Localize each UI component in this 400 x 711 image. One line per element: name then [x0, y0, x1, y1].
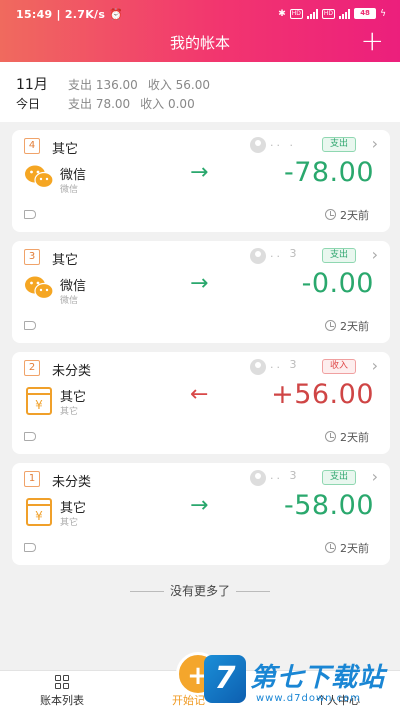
today-expense: 支出 78.00 — [68, 97, 131, 111]
tag-icon[interactable] — [24, 543, 36, 552]
status-bar: 15:49 | 2.7K/s ⏰ ✱ HD HD 48 ϟ — [0, 0, 400, 28]
alarm-icon: ⏰ — [109, 8, 124, 21]
record-user: .. 3 — [270, 469, 300, 482]
chevron-right-icon[interactable]: › — [372, 134, 378, 153]
battery-icon: 48 — [354, 8, 377, 19]
record-account-sub: 微信 — [60, 185, 79, 195]
status-speed: 2.7K/s — [64, 8, 106, 21]
status-right: ✱ HD HD 48 ϟ — [278, 8, 386, 19]
watermark: 7 第七下载站 www.d7down.com — [204, 655, 400, 711]
record-account: 其它 — [60, 501, 87, 516]
record-amount: -58.00 — [283, 490, 374, 521]
hd-badge-1: HD — [289, 8, 303, 19]
direction-arrow-icon: → — [190, 493, 209, 518]
watermark-url: www.d7down.com — [256, 693, 362, 704]
record-card[interactable]: 4 其它.. . 支出 › 微信 微信 → -78.00 2天前 — [12, 130, 390, 232]
month-label: 11月 — [16, 77, 48, 93]
watermark-logo: 7 — [204, 655, 246, 703]
app-header: 15:49 | 2.7K/s ⏰ ✱ HD HD 48 ϟ 我的帐本 + — [0, 0, 400, 62]
user-avatar-icon — [250, 137, 266, 153]
record-type-badge: 支出 — [322, 137, 356, 152]
record-time: 2天前 — [340, 209, 369, 222]
wallet-icon: ¥ — [24, 497, 54, 526]
record-type-badge: 支出 — [322, 248, 356, 263]
clock-icon — [325, 542, 336, 553]
tag-icon[interactable] — [24, 210, 36, 219]
direction-arrow-icon: ← — [190, 382, 209, 407]
hd-badge-2: HD — [321, 8, 336, 19]
record-user: .. . — [270, 136, 296, 149]
today-label: 今日 — [16, 97, 41, 111]
record-account-sub: 微信 — [60, 296, 79, 306]
record-time: 2天前 — [340, 542, 369, 555]
signal-icon — [306, 8, 318, 19]
status-time: 15:49 — [16, 8, 53, 21]
record-amount: -0.00 — [301, 268, 374, 299]
record-account-sub: 其它 — [60, 518, 79, 528]
record-time: 2天前 — [340, 320, 369, 333]
record-user: .. 3 — [270, 247, 300, 260]
wechat-icon — [24, 275, 54, 301]
signal-icon-2 — [339, 8, 351, 19]
summary-today-row: 今日 支出 78.00 收入 0.00 — [16, 95, 205, 112]
record-account: 微信 — [60, 279, 87, 294]
record-category: 未分类 — [52, 364, 92, 379]
record-account: 其它 — [60, 390, 87, 405]
svg-text:¥: ¥ — [35, 398, 43, 412]
record-category: 其它 — [52, 253, 79, 268]
record-category: 未分类 — [52, 475, 92, 490]
no-more-text: 没有更多了 — [0, 582, 400, 599]
tab-ledger-list[interactable]: 账本列表 — [40, 675, 84, 708]
record-card[interactable]: 1 未分类.. 3 支出 › ¥ 其它 其它 → -58.00 2天前 — [12, 463, 390, 565]
record-index: 2 — [24, 360, 40, 376]
charging-icon: ϟ — [380, 8, 386, 19]
summary-month-row: 11月 支出 136.00 收入 56.00 — [16, 74, 220, 94]
tab-ledger-list-label: 账本列表 — [40, 694, 84, 707]
record-type-badge: 收入 — [322, 359, 356, 374]
start-record-label[interactable]: 开始记 — [172, 692, 205, 708]
record-account: 微信 — [60, 168, 87, 183]
month-expense: 支出 136.00 — [68, 78, 138, 92]
today-income: 收入 0.00 — [140, 97, 195, 111]
record-time: 2天前 — [340, 431, 369, 444]
tag-icon[interactable] — [24, 432, 36, 441]
clock-icon — [325, 209, 336, 220]
direction-arrow-icon: → — [190, 160, 209, 185]
bluetooth-icon: ✱ — [278, 8, 286, 19]
tag-icon[interactable] — [24, 321, 36, 330]
chevron-right-icon[interactable]: › — [372, 245, 378, 264]
add-button[interactable]: + — [361, 26, 384, 56]
wechat-icon — [24, 164, 54, 190]
watermark-text: 第七下载站 — [250, 663, 386, 693]
user-avatar-icon — [250, 248, 266, 264]
record-amount: +56.00 — [271, 379, 374, 410]
direction-arrow-icon: → — [190, 271, 209, 296]
record-index: 1 — [24, 471, 40, 487]
user-avatar-icon — [250, 470, 266, 486]
user-avatar-icon — [250, 359, 266, 375]
record-user: .. 3 — [270, 358, 300, 371]
svg-text:¥: ¥ — [35, 509, 43, 523]
record-index: 4 — [24, 138, 40, 154]
grid-icon — [55, 675, 69, 689]
page-title: 我的帐本 — [169, 34, 230, 52]
month-income: 收入 56.00 — [147, 78, 210, 92]
record-type-badge: 支出 — [322, 470, 356, 485]
record-account-sub: 其它 — [60, 407, 79, 417]
chevron-right-icon[interactable]: › — [372, 467, 378, 486]
chevron-right-icon[interactable]: › — [372, 356, 378, 375]
record-amount: -78.00 — [283, 157, 374, 188]
summary-panel: 11月 支出 136.00 收入 56.00 今日 支出 78.00 收入 0.… — [0, 62, 400, 122]
clock-icon — [325, 431, 336, 442]
status-left: 15:49 | 2.7K/s ⏰ — [16, 8, 124, 21]
record-card[interactable]: 2 未分类.. 3 收入 › ¥ 其它 其它 ← +56.00 2天前 — [12, 352, 390, 454]
record-category: 其它 — [52, 142, 79, 157]
clock-icon — [325, 320, 336, 331]
record-card[interactable]: 3 其它.. 3 支出 › 微信 微信 → -0.00 2天前 — [12, 241, 390, 343]
wallet-icon: ¥ — [24, 386, 54, 415]
record-index: 3 — [24, 249, 40, 265]
